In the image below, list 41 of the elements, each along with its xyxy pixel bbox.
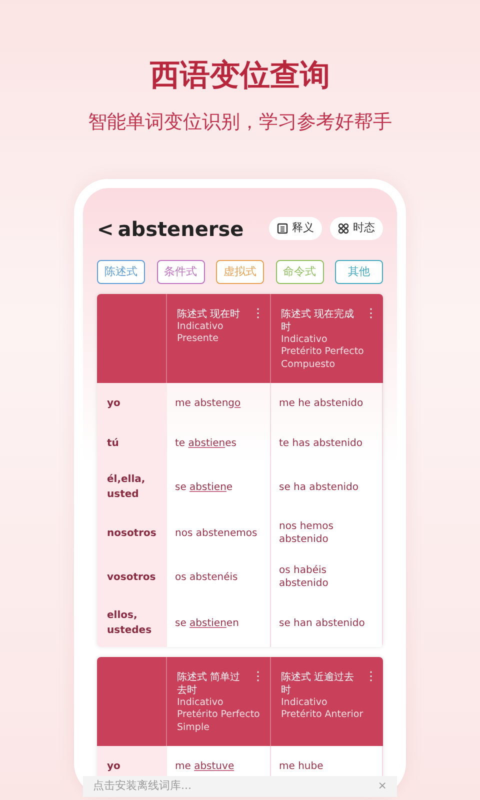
tense-name: 陈述式 现在完成时: [281, 308, 356, 334]
subtitle: 智能单词变位识别，学习参考好帮手: [87, 110, 393, 135]
tenses-button[interactable]: 时态: [330, 217, 383, 240]
conjugation-cell: me abstengo: [167, 383, 271, 424]
pronoun-cell: yo: [97, 383, 167, 424]
conjugation-cell: se han abstenido: [271, 599, 383, 648]
pronoun-cell: ellos, ustedes: [97, 599, 167, 648]
tense-name-spanish: Indicativo Pretérito Perfecto Compuesto: [281, 334, 365, 372]
mood-tab[interactable]: 陈述式: [97, 260, 145, 284]
tense-name: 陈述式 简单过去时: [177, 671, 242, 698]
tense-name-spanish: Indicativo Pretérito Perfecto Simple: [177, 697, 260, 734]
conjugation-cell: os habéis abstenido: [271, 555, 383, 600]
conjugation-cell: me he abstenido: [271, 383, 383, 424]
tense-name: 陈述式 近逾过去时: [281, 671, 356, 698]
back-button[interactable]: <: [97, 214, 114, 244]
conjugation-cell: nos hemos abstenido: [271, 511, 383, 556]
definition-button[interactable]: 释义: [269, 217, 322, 240]
conjugation-cell: se abstienen: [167, 599, 271, 648]
tense-name-spanish: Indicativo Presente: [177, 321, 224, 346]
more-icon[interactable]: ⋮: [252, 669, 264, 685]
tense-name: 陈述式 现在时: [177, 308, 242, 321]
pronoun-cell: él,ella, usted: [97, 463, 167, 512]
word-title: abstenerse: [118, 216, 244, 242]
conjugation-cell: te abstienes: [167, 423, 271, 464]
more-icon[interactable]: ⋮: [365, 306, 377, 322]
pronoun-cell: vosotros: [97, 555, 167, 600]
more-icon[interactable]: ⋮: [365, 669, 377, 685]
pronoun-cell: nosotros: [97, 511, 167, 556]
conjugation-cell: os abstenéis: [167, 555, 271, 600]
conjugation-cell: te has abstenido: [271, 423, 383, 464]
conjugation-cell: se ha abstenido: [271, 463, 383, 512]
tense-name-spanish: Indicativo Pretérito Anterior: [281, 697, 364, 722]
pronoun-cell: tú: [97, 423, 167, 464]
mood-tab[interactable]: 条件式: [156, 260, 204, 284]
conjugation-cell: nos abstenemos: [167, 511, 271, 556]
headline: 西语变位查询: [149, 57, 331, 94]
grid-icon: [338, 223, 349, 234]
mood-tab[interactable]: 其他: [335, 260, 383, 284]
conjugation-cell: se abstiene: [167, 463, 271, 512]
more-icon[interactable]: ⋮: [252, 306, 264, 322]
document-icon: [277, 223, 288, 234]
